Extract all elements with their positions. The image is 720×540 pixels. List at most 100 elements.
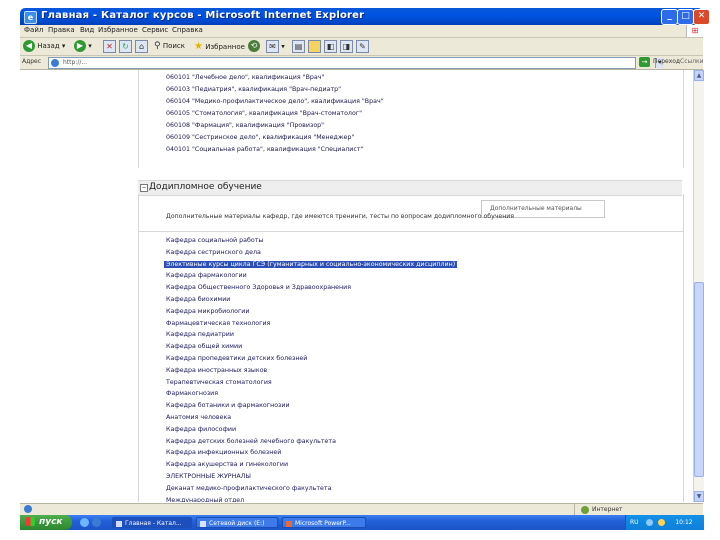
print-icon: ▤ bbox=[292, 40, 305, 53]
ie-app-icon: e bbox=[24, 11, 37, 24]
window-title: Главная - Каталог курсов - Microsoft Int… bbox=[41, 10, 365, 21]
department-link[interactable]: Кафедра биохимии bbox=[166, 296, 230, 303]
department-link[interactable]: Кафедра общей химии bbox=[166, 343, 242, 350]
department-link[interactable]: Элективные курсы цикла ГСЭ (гуманитарных… bbox=[164, 260, 458, 268]
folder-button[interactable] bbox=[308, 40, 321, 53]
messenger-icon: ◨ bbox=[340, 40, 353, 53]
section-intro: Дополнительные материалы кафедр, где име… bbox=[166, 213, 514, 220]
history-button[interactable]: ⟲ bbox=[248, 40, 260, 53]
network-icon[interactable] bbox=[646, 519, 654, 526]
folder-icon bbox=[308, 40, 321, 53]
language-indicator[interactable]: RU bbox=[630, 519, 639, 526]
status-bar: Интернет bbox=[20, 503, 703, 515]
scroll-down-icon[interactable]: ▼ bbox=[694, 491, 704, 502]
start-button[interactable]: пуск bbox=[20, 515, 72, 530]
specialty-item[interactable]: 060109 "Сестринское дело", квалификация … bbox=[166, 134, 354, 141]
scroll-thumb[interactable] bbox=[694, 282, 704, 477]
forward-button[interactable]: ▶ ▾ bbox=[74, 40, 92, 53]
section-title: Додипломное обучение bbox=[149, 182, 262, 192]
task-label: Главная - Катал... bbox=[125, 520, 182, 527]
page-status-icon bbox=[24, 505, 32, 513]
task-powerpoint[interactable]: Microsoft PowerP... bbox=[282, 517, 366, 528]
title-bar[interactable]: e Главная - Каталог курсов - Microsoft I… bbox=[20, 8, 710, 25]
department-link[interactable]: Кафедра фармакологии bbox=[166, 272, 247, 279]
links-button[interactable]: Ссылки bbox=[680, 58, 704, 65]
go-label: Переход bbox=[653, 58, 681, 65]
collapse-toggle-icon[interactable]: − bbox=[140, 184, 148, 192]
department-link[interactable]: Кафедра ботаники и фармакогнозии bbox=[166, 402, 290, 409]
department-link[interactable]: Кафедра философии bbox=[166, 426, 236, 433]
task-ie-window[interactable]: Главная - Катал... bbox=[112, 517, 192, 528]
print-button[interactable]: ▤ bbox=[292, 40, 305, 53]
page-icon bbox=[51, 59, 59, 67]
department-link[interactable]: Кафедра иностранных языков bbox=[166, 367, 267, 374]
discuss-button[interactable]: ◧ bbox=[324, 40, 337, 53]
address-bar: Адрес http://... ▾ → Переход Ссылки bbox=[20, 56, 704, 70]
menu-file[interactable]: Файл bbox=[24, 26, 43, 34]
department-link[interactable]: Фармацевтическая технология bbox=[166, 320, 270, 327]
discuss-icon: ◧ bbox=[324, 40, 337, 53]
favorites-button[interactable]: ★ Избранное bbox=[194, 40, 245, 53]
address-input[interactable]: http://... ▾ bbox=[48, 57, 664, 69]
powerpoint-task-icon bbox=[286, 520, 292, 527]
messenger-button[interactable]: ◨ bbox=[340, 40, 353, 53]
task-label: Microsoft PowerP... bbox=[295, 520, 351, 527]
specialty-item[interactable]: 060108 "Фармация", квалификация "Провизо… bbox=[166, 122, 324, 129]
search-button[interactable]: ⚲ Поиск bbox=[154, 40, 185, 53]
department-link[interactable]: Фармакогнозия bbox=[166, 390, 218, 397]
quicklaunch-ie-icon[interactable] bbox=[92, 518, 101, 527]
mail-button[interactable]: ✉ ▾ bbox=[266, 40, 285, 53]
windows-flag-icon bbox=[26, 517, 35, 526]
department-link[interactable]: Кафедра акушерства и гинекологии bbox=[166, 461, 288, 468]
department-link[interactable]: ЭЛЕКТРОННЫЕ ЖУРНАЛЫ bbox=[166, 473, 251, 480]
department-link[interactable]: Международный отдел bbox=[166, 497, 244, 502]
department-link[interactable]: Кафедра детских болезней лечебного факул… bbox=[166, 438, 336, 445]
stop-button[interactable]: ✕ bbox=[103, 40, 116, 53]
tools-icon: ✎ bbox=[356, 40, 369, 53]
maximize-button[interactable]: □ bbox=[677, 9, 694, 25]
page-viewport: 060101 "Лечебное дело", квалификация "Вр… bbox=[20, 70, 693, 502]
department-link[interactable]: Кафедра социальной работы bbox=[166, 237, 263, 244]
department-link[interactable]: Кафедра сестринского дела bbox=[166, 249, 261, 256]
close-button[interactable]: ✕ bbox=[693, 9, 710, 25]
department-link[interactable]: Анатомия человека bbox=[166, 414, 231, 421]
stop-icon: ✕ bbox=[103, 40, 116, 53]
menu-help[interactable]: Справка bbox=[172, 26, 203, 34]
task-label: Сетевой диск (E:) bbox=[209, 520, 265, 527]
minimize-button[interactable]: _ bbox=[661, 9, 678, 25]
specialty-item[interactable]: 060105 "Стоматология", квалификация "Вра… bbox=[166, 110, 362, 117]
menu-edit[interactable]: Правка bbox=[48, 26, 75, 34]
home-icon: ⌂ bbox=[135, 40, 148, 53]
address-label: Адрес bbox=[22, 58, 42, 65]
department-link[interactable]: Кафедра инфекционных болезней bbox=[166, 449, 281, 456]
department-link[interactable]: Кафедра педиатрии bbox=[166, 331, 234, 338]
menu-view[interactable]: Вид bbox=[80, 26, 94, 34]
windows-logo-icon: ⊞ bbox=[686, 25, 703, 37]
specialty-item[interactable]: 060101 "Лечебное дело", квалификация "Вр… bbox=[166, 74, 324, 81]
scroll-up-icon[interactable]: ▲ bbox=[694, 70, 704, 81]
back-arrow-icon: ◀ bbox=[23, 40, 35, 52]
department-link[interactable]: Кафедра Общественного Здоровья и Здравоо… bbox=[166, 284, 351, 291]
specialty-item[interactable]: 060104 "Медико-профилактическое дело", к… bbox=[166, 98, 384, 105]
back-button[interactable]: ◀ Назад ▾ bbox=[23, 40, 65, 53]
menu-favorites[interactable]: Избранное bbox=[98, 26, 138, 34]
department-link[interactable]: Кафедра микробиологии bbox=[166, 308, 250, 315]
department-link[interactable]: Терапевтическая стоматология bbox=[166, 379, 272, 386]
specialty-item[interactable]: 060103 "Педиатрия", квалификация "Врач-п… bbox=[166, 86, 341, 93]
refresh-icon: ↻ bbox=[119, 40, 132, 53]
vertical-scrollbar[interactable]: ▲ ▼ bbox=[693, 70, 704, 502]
home-button[interactable]: ⌂ bbox=[135, 40, 148, 53]
quicklaunch-desktop-icon[interactable] bbox=[80, 518, 89, 527]
specialty-item[interactable]: 040101 "Социальная работа", квалификация… bbox=[166, 146, 363, 153]
address-url: http://... bbox=[63, 59, 88, 66]
refresh-button[interactable]: ↻ bbox=[119, 40, 132, 53]
menu-tools[interactable]: Сервис bbox=[142, 26, 168, 34]
favorites-label: Избранное bbox=[205, 43, 245, 51]
volume-icon[interactable] bbox=[658, 519, 666, 526]
tools-button[interactable]: ✎ bbox=[356, 40, 369, 53]
mail-icon: ✉ bbox=[266, 40, 279, 53]
department-link[interactable]: Деканат медико-профилактического факульт… bbox=[166, 485, 331, 492]
go-button[interactable]: → bbox=[639, 57, 650, 67]
department-link[interactable]: Кафедра пропедевтики детских болезней bbox=[166, 355, 307, 362]
task-network-drive[interactable]: Сетевой диск (E:) bbox=[196, 517, 278, 528]
